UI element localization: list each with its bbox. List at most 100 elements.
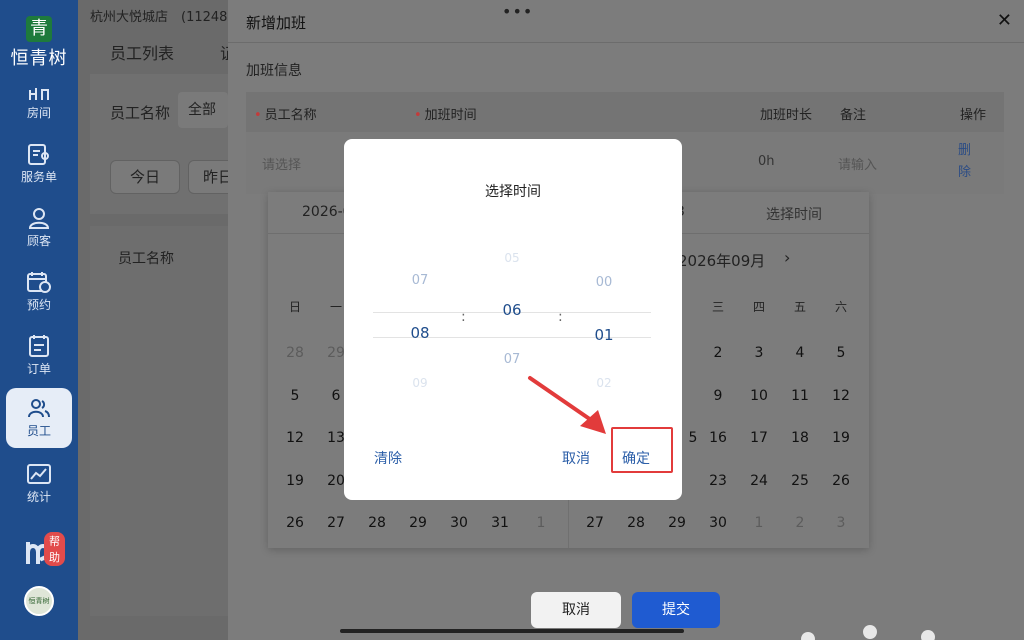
sidebar-item-customers[interactable]: 顾客: [6, 198, 72, 258]
sidebar-item-label: 顾客: [26, 234, 51, 248]
divider: [228, 42, 1024, 43]
minute-prev[interactable]: 05: [482, 251, 542, 265]
required-mark: •: [414, 108, 422, 123]
col-time-label: 加班时间: [424, 108, 477, 123]
hour-prev[interactable]: 07: [390, 273, 450, 288]
employee-filter-select[interactable]: 全部: [178, 92, 228, 128]
sidebar-item-staff[interactable]: 员工: [6, 388, 72, 448]
sidebar-item-orders[interactable]: 订单: [6, 326, 72, 386]
weekday: 五: [793, 300, 806, 314]
close-icon[interactable]: ✕: [997, 10, 1012, 31]
calendar-day[interactable]: 16: [703, 430, 733, 446]
section-title: 加班信息: [246, 63, 302, 79]
hour-selected[interactable]: 08: [390, 324, 450, 342]
col-employee-label: 员工名称: [264, 108, 317, 123]
sidebar-item-label: 统计: [26, 490, 51, 504]
sidebar-item-stats[interactable]: 统计: [6, 454, 72, 514]
users-icon: [28, 399, 50, 418]
floating-dot: [863, 625, 877, 639]
calendar-day[interactable]: 30: [703, 515, 733, 531]
submit-button[interactable]: 提交: [632, 592, 720, 628]
user-icon: [28, 208, 50, 229]
second-prev[interactable]: 00: [574, 275, 634, 290]
calendar-day[interactable]: 2: [785, 515, 815, 531]
list-header: 员工名称: [118, 251, 174, 267]
sidebar-item-label: 订单: [26, 362, 51, 376]
calendar-day[interactable]: 4: [785, 345, 815, 361]
avatar[interactable]: 恒青树: [24, 586, 54, 616]
calendar-day[interactable]: 3: [744, 345, 774, 361]
calendar-day[interactable]: 28: [621, 515, 651, 531]
calendar-day[interactable]: 18: [785, 430, 815, 446]
app-logo: 青 恒青树: [0, 16, 78, 70]
col-action: 操作: [960, 108, 987, 123]
calendar-day[interactable]: 12: [826, 388, 856, 404]
store-name: 杭州大悦城店 (11248: [90, 10, 228, 25]
drawer-handle: •••: [502, 2, 534, 21]
sidebar-item-label: 员工: [26, 424, 51, 438]
tab-employee-list[interactable]: 员工列表: [110, 40, 174, 64]
cancel-button[interactable]: 取消: [531, 592, 621, 628]
sidebar-item-label: 服务单: [20, 170, 57, 184]
sidebar-item-label: 预约: [26, 298, 51, 312]
calendar-day[interactable]: 5: [280, 388, 310, 404]
calendar-day[interactable]: 26: [280, 515, 310, 531]
weekday: 三: [711, 300, 724, 314]
calendar-day[interactable]: 17: [744, 430, 774, 446]
calendar-day[interactable]: 31: [485, 515, 515, 531]
calendar-day[interactable]: 19: [826, 430, 856, 446]
employee-select[interactable]: 请选择: [262, 154, 301, 173]
calendar-day[interactable]: 1: [526, 515, 556, 531]
calendar-day[interactable]: 1: [744, 515, 774, 531]
separator: :: [558, 309, 563, 325]
calendar-day[interactable]: 9: [703, 388, 733, 404]
calendar-day[interactable]: 24: [744, 473, 774, 489]
delete-link[interactable]: 删除: [958, 140, 971, 184]
calendar-day[interactable]: 11: [785, 388, 815, 404]
calendar-day[interactable]: 27: [321, 515, 351, 531]
calendar-day[interactable]: 3: [826, 515, 856, 531]
chart-icon: [27, 464, 51, 484]
calendar-day[interactable]: 28: [280, 345, 310, 361]
calendar-day[interactable]: 12: [280, 430, 310, 446]
weekday: 六: [834, 300, 847, 314]
hour-next[interactable]: 09: [390, 376, 450, 390]
clear-button[interactable]: 清除: [374, 448, 402, 468]
calendar-day[interactable]: 29: [403, 515, 433, 531]
sidebar-item-service-orders[interactable]: 服务单: [6, 134, 72, 194]
calendar-day[interactable]: 25: [785, 473, 815, 489]
home-indicator: [340, 629, 684, 633]
calendar-day[interactable]: 23: [703, 473, 733, 489]
col-employee: • 员工名称: [254, 104, 317, 123]
employee-list: [90, 226, 240, 616]
calendar-day[interactable]: 28: [362, 515, 392, 531]
calendar-day[interactable]: 5: [826, 345, 856, 361]
note-input[interactable]: 请输入: [838, 154, 877, 173]
sidebar-item-rooms[interactable]: 房间: [6, 76, 72, 136]
calendar-day[interactable]: 2: [703, 345, 733, 361]
minute-selected[interactable]: 06: [482, 301, 542, 319]
sidebar-item-appointments[interactable]: 预约: [6, 262, 72, 322]
second-selected[interactable]: 01: [574, 326, 634, 344]
chevron-right-icon[interactable]: ›: [784, 248, 790, 267]
picker-cancel-button[interactable]: 取消: [562, 448, 590, 468]
calendar-day[interactable]: 29: [662, 515, 692, 531]
sidebar-item-label: 房间: [26, 106, 51, 120]
minute-next[interactable]: 07: [482, 352, 542, 367]
delete-line-2: 除: [958, 165, 972, 180]
room-icon: [29, 88, 49, 100]
help-button[interactable]: 帮助: [14, 532, 65, 570]
calendar-day[interactable]: 30: [444, 515, 474, 531]
logo-mark: 青: [26, 16, 52, 42]
col-duration: 加班时长: [760, 108, 813, 123]
calendar-day[interactable]: 10: [744, 388, 774, 404]
calendar-day[interactable]: 19: [280, 473, 310, 489]
calendar-clock-icon: [27, 272, 51, 293]
select-time-link[interactable]: 选择时间: [766, 204, 822, 224]
logo-name: 恒青树: [10, 48, 68, 69]
calendar-day[interactable]: 27: [580, 515, 610, 531]
today-button[interactable]: 今日: [110, 160, 180, 194]
pointer-arrow-icon: [528, 376, 606, 434]
weekday: 四: [752, 300, 765, 314]
calendar-day[interactable]: 26: [826, 473, 856, 489]
